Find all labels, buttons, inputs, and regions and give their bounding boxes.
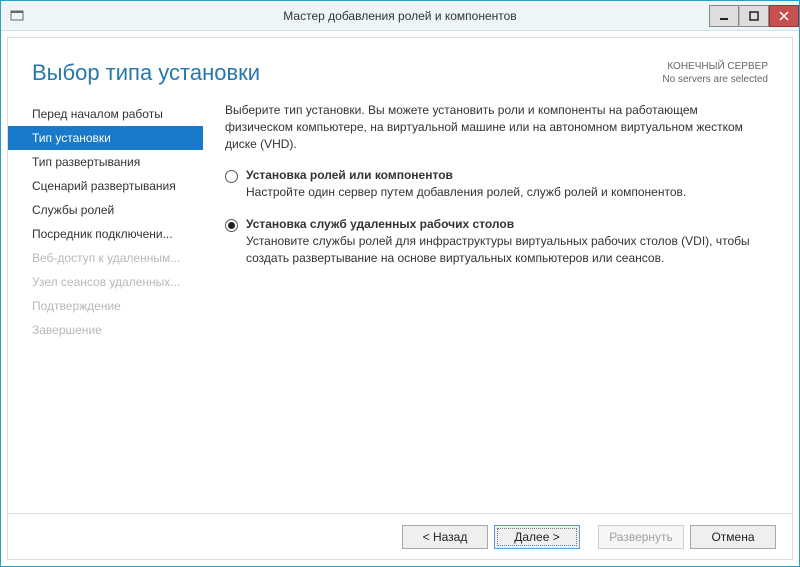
step-confirmation: Подтверждение (8, 294, 203, 318)
radio-role-based[interactable] (225, 170, 238, 183)
page-header: Выбор типа установки КОНЕЧНЫЙ СЕРВЕР No … (8, 38, 792, 96)
option-role-based-desc: Настройте один сервер путем добавления р… (246, 184, 686, 201)
option-role-based[interactable]: Установка ролей или компонентов Настройт… (225, 168, 764, 201)
cancel-button[interactable]: Отмена (690, 525, 776, 549)
content-area: Выбор типа установки КОНЕЧНЫЙ СЕРВЕР No … (7, 37, 793, 560)
page-title: Выбор типа установки (32, 60, 662, 86)
option-rds-desc: Установите службы ролей для инфраструкту… (246, 233, 764, 267)
wizard-steps-sidebar: Перед началом работы Тип установки Тип р… (8, 96, 203, 513)
step-deployment-scenario[interactable]: Сценарий развертывания (8, 174, 203, 198)
step-connection-broker[interactable]: Посредник подключени... (8, 222, 203, 246)
window-title: Мастер добавления ролей и компонентов (1, 9, 799, 23)
option-role-based-text: Установка ролей или компонентов Настройт… (246, 168, 686, 201)
wizard-body: Перед началом работы Тип установки Тип р… (8, 96, 792, 513)
step-web-access: Веб-доступ к удаленным... (8, 246, 203, 270)
window-controls (709, 5, 799, 27)
intro-text: Выберите тип установки. Вы можете устано… (225, 102, 764, 152)
option-rds-text: Установка служб удаленных рабочих столов… (246, 217, 764, 267)
option-rds[interactable]: Установка служб удаленных рабочих столов… (225, 217, 764, 267)
deploy-button: Развернуть (598, 525, 684, 549)
close-button[interactable] (769, 5, 799, 27)
minimize-button[interactable] (709, 5, 739, 27)
step-role-services[interactable]: Службы ролей (8, 198, 203, 222)
button-bar: < Назад Далее > Развернуть Отмена (8, 513, 792, 559)
app-icon (9, 8, 25, 24)
step-session-host: Узел сеансов удаленных... (8, 270, 203, 294)
next-button[interactable]: Далее > (494, 525, 580, 549)
server-label: КОНЕЧНЫЙ СЕРВЕР (662, 60, 768, 73)
wizard-window: Мастер добавления ролей и компонентов Вы… (0, 0, 800, 567)
option-rds-title: Установка служб удаленных рабочих столов (246, 217, 764, 231)
back-button[interactable]: < Назад (402, 525, 488, 549)
server-info: КОНЕЧНЫЙ СЕРВЕР No servers are selected (662, 60, 768, 86)
titlebar: Мастер добавления ролей и компонентов (1, 1, 799, 31)
step-completion: Завершение (8, 318, 203, 342)
radio-rds[interactable] (225, 219, 238, 232)
maximize-button[interactable] (739, 5, 769, 27)
step-deployment-type[interactable]: Тип развертывания (8, 150, 203, 174)
step-installation-type[interactable]: Тип установки (8, 126, 203, 150)
step-before-you-begin[interactable]: Перед началом работы (8, 102, 203, 126)
main-panel: Выберите тип установки. Вы можете устано… (203, 96, 792, 513)
option-role-based-title: Установка ролей или компонентов (246, 168, 686, 182)
server-status: No servers are selected (662, 73, 768, 86)
